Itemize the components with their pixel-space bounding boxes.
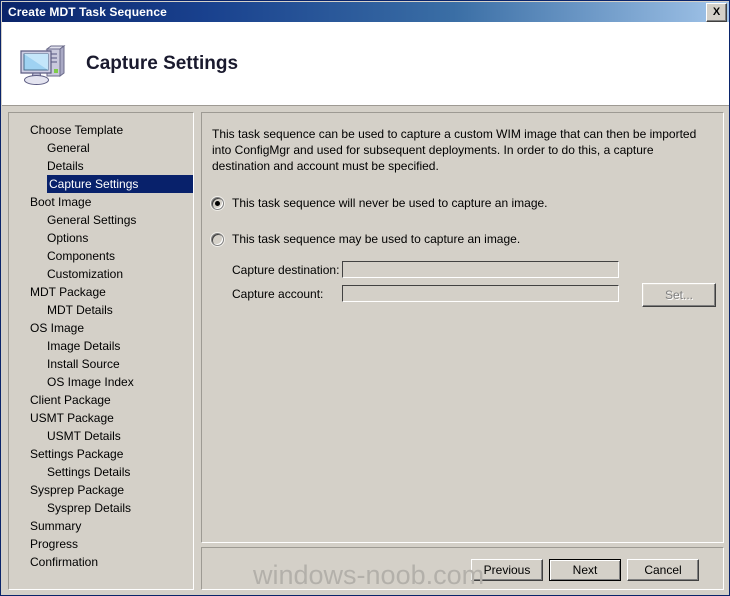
sidebar-item-summary[interactable]: Summary	[9, 517, 193, 535]
radio-may-capture[interactable]: This task sequence may be used to captur…	[211, 232, 520, 246]
sidebar-item-general[interactable]: General	[9, 139, 193, 157]
set-account-button[interactable]: Set...	[642, 283, 716, 307]
close-icon[interactable]: X	[706, 2, 727, 22]
page-title: Capture Settings	[86, 52, 239, 74]
radio-never-capture-label: This task sequence will never be used to…	[232, 196, 548, 210]
sidebar-item-install-source[interactable]: Install Source	[9, 355, 193, 373]
sidebar-item-sysprep-package[interactable]: Sysprep Package	[9, 481, 193, 499]
sidebar-item-usmt-package[interactable]: USMT Package	[9, 409, 193, 427]
radio-never-capture[interactable]: This task sequence will never be used to…	[211, 196, 548, 210]
sidebar-item-components[interactable]: Components	[9, 247, 193, 265]
capture-destination-label: Capture destination:	[232, 262, 340, 277]
sidebar-item-choose-template[interactable]: Choose Template	[9, 121, 193, 139]
sidebar-item-settings-package[interactable]: Settings Package	[9, 445, 193, 463]
next-button[interactable]: Next	[549, 559, 621, 581]
dialog-body: Choose Template General Details Capture Set…	[2, 106, 729, 595]
sidebar-item-os-image[interactable]: OS Image	[9, 319, 193, 337]
radio-never-capture-indicator[interactable]	[211, 197, 224, 210]
cancel-button[interactable]: Cancel	[627, 559, 699, 581]
sidebar-item-capture-settings[interactable]: Capture Settings	[47, 175, 193, 193]
content-panel: This task sequence can be used to captur…	[201, 112, 724, 543]
sidebar-item-general-settings[interactable]: General Settings	[9, 211, 193, 229]
sidebar-item-confirmation[interactable]: Confirmation	[9, 553, 193, 571]
sidebar-item-sysprep-details[interactable]: Sysprep Details	[9, 499, 193, 517]
page-header: Capture Settings	[2, 22, 729, 105]
capture-account-row: Capture account:	[232, 285, 619, 302]
create-mdt-task-sequence-dialog: Create MDT Task Sequence X Capture Setti…	[0, 0, 730, 596]
capture-destination-input[interactable]	[342, 261, 619, 278]
wizard-step-list: Choose Template General Details Capture Set…	[9, 113, 193, 571]
capture-account-input[interactable]	[342, 285, 619, 302]
sidebar-item-os-image-index[interactable]: OS Image Index	[9, 373, 193, 391]
sidebar-item-customization[interactable]: Customization	[9, 265, 193, 283]
sidebar-item-progress[interactable]: Progress	[9, 535, 193, 553]
sidebar-item-boot-image[interactable]: Boot Image	[9, 193, 193, 211]
title-bar: Create MDT Task Sequence X	[2, 2, 729, 22]
capture-account-label: Capture account:	[232, 286, 324, 301]
radio-may-capture-label: This task sequence may be used to captur…	[232, 232, 521, 246]
description-text: This task sequence can be used to captur…	[212, 127, 697, 173]
sidebar-item-usmt-details[interactable]: USMT Details	[9, 427, 193, 445]
sidebar-item-options[interactable]: Options	[9, 229, 193, 247]
radio-may-capture-indicator[interactable]	[211, 233, 224, 246]
previous-button[interactable]: Previous	[471, 559, 543, 581]
sidebar-item-image-details[interactable]: Image Details	[9, 337, 193, 355]
sidebar-item-details[interactable]: Details	[9, 157, 193, 175]
dialog-footer: Previous Next Cancel	[201, 547, 724, 590]
window-title: Create MDT Task Sequence	[8, 5, 167, 19]
sidebar-item-client-package[interactable]: Client Package	[9, 391, 193, 409]
sidebar-item-mdt-details[interactable]: MDT Details	[9, 301, 193, 319]
computer-icon	[18, 40, 66, 88]
sidebar-item-mdt-package[interactable]: MDT Package	[9, 283, 193, 301]
wizard-step-sidebar[interactable]: Choose Template General Details Capture Set…	[8, 112, 194, 590]
sidebar-item-settings-details[interactable]: Settings Details	[9, 463, 193, 481]
capture-destination-row: Capture destination:	[232, 261, 619, 278]
